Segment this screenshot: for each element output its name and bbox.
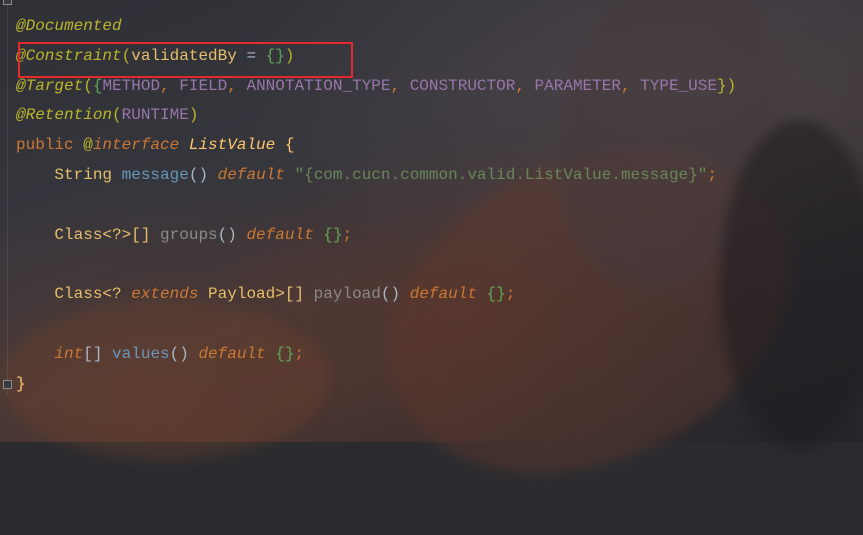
code-line: Class<? extends Payload>[] payload() def… bbox=[16, 280, 736, 310]
code-line: @Documented bbox=[16, 12, 736, 42]
brace-token: { bbox=[92, 76, 103, 95]
background-art-shape bbox=[720, 120, 863, 450]
brace-token: { bbox=[275, 136, 295, 155]
code-line: int[] values() default {}; bbox=[16, 340, 736, 370]
code-line: @Retention(RUNTIME) bbox=[16, 101, 736, 131]
semicolon-token: ; bbox=[342, 225, 353, 244]
brace-token: {} bbox=[323, 225, 343, 244]
brace-token: } bbox=[16, 374, 26, 393]
type-token: Payload bbox=[208, 285, 276, 304]
annotation-token: @Retention bbox=[16, 106, 113, 125]
keyword-token: default bbox=[217, 165, 285, 184]
enum-token: FIELD bbox=[179, 76, 228, 95]
gutter-fold-guide bbox=[7, 0, 8, 395]
fold-marker-icon[interactable] bbox=[3, 380, 12, 389]
semicolon-token: ; bbox=[505, 285, 516, 304]
comma-token: , bbox=[620, 76, 641, 95]
red-highlight-box bbox=[18, 42, 353, 78]
paren-token: () bbox=[188, 165, 218, 184]
string-token: "{com.cucn.common.valid.ListValue.messag… bbox=[294, 165, 708, 184]
paren-token: () bbox=[169, 344, 199, 363]
semicolon-token: ; bbox=[707, 165, 717, 184]
enum-token: METHOD bbox=[102, 76, 161, 95]
brace-token: {} bbox=[275, 344, 295, 363]
bracket-token: [] bbox=[83, 344, 113, 363]
keyword-token: default bbox=[409, 285, 477, 304]
code-line: String message() default "{com.cucn.comm… bbox=[16, 161, 736, 191]
paren-token: ) bbox=[188, 106, 199, 125]
paren-token: ( bbox=[83, 76, 93, 95]
method-name-token: values bbox=[112, 344, 170, 363]
type-token: String bbox=[16, 165, 122, 184]
enum-token: PARAMETER bbox=[534, 76, 621, 95]
annotation-token: @Documented bbox=[16, 17, 122, 35]
code-line: } bbox=[16, 370, 736, 400]
semicolon-token: ; bbox=[294, 344, 305, 363]
fold-marker-icon[interactable] bbox=[3, 0, 12, 5]
keyword-token: public bbox=[16, 136, 74, 155]
annotation-token: @Target bbox=[16, 76, 84, 95]
interface-name-token: ListValue bbox=[188, 136, 276, 155]
brace-token: {} bbox=[486, 285, 506, 304]
comma-token: , bbox=[390, 76, 410, 95]
keyword-token: extends bbox=[131, 285, 199, 304]
enum-token: ANNOTATION_TYPE bbox=[246, 76, 391, 95]
enum-token: CONSTRUCTOR bbox=[409, 76, 516, 95]
method-name-token: groups bbox=[160, 225, 218, 244]
paren-token: ( bbox=[112, 106, 122, 125]
comma-token: , bbox=[515, 76, 535, 95]
keyword-token: default bbox=[246, 225, 314, 244]
enum-token: RUNTIME bbox=[121, 106, 189, 125]
keyword-token: int bbox=[54, 344, 84, 363]
code-line: public @interface ListValue { bbox=[16, 131, 736, 161]
brace-token: }) bbox=[716, 76, 737, 95]
method-name-token: message bbox=[121, 165, 189, 184]
paren-token: () bbox=[380, 285, 410, 304]
code-line: Class<?>[] groups() default {}; bbox=[16, 221, 736, 251]
paren-token: () bbox=[217, 225, 247, 244]
enum-token: TYPE_USE bbox=[640, 76, 717, 95]
keyword-token: interface bbox=[92, 136, 180, 155]
comma-token: , bbox=[227, 76, 247, 95]
method-name-token: payload bbox=[313, 285, 381, 304]
type-token: >[] bbox=[275, 285, 314, 304]
keyword-token: default bbox=[198, 344, 266, 363]
type-token: Class<? bbox=[16, 285, 132, 304]
comma-token: , bbox=[160, 76, 180, 95]
annotation-token: @ bbox=[73, 136, 93, 155]
type-token: Class<?>[] bbox=[16, 225, 161, 244]
